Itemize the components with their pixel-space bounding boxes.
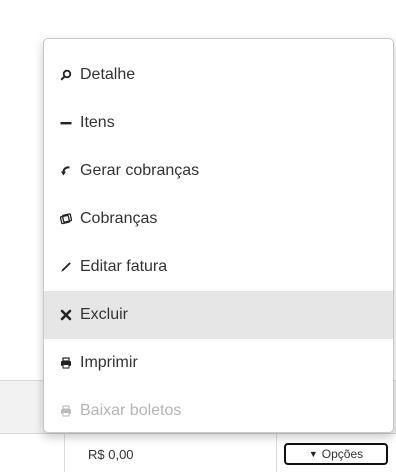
- menu-item-editar-fatura[interactable]: Editar fatura: [44, 243, 393, 291]
- menu-item-baixar-boletos: Baixar boletos: [44, 387, 393, 432]
- close-icon: [60, 308, 72, 322]
- menu-item-label: Baixar boletos: [80, 402, 182, 419]
- options-button[interactable]: ▼ Opções: [284, 443, 388, 465]
- table-column-divider: [64, 432, 65, 472]
- print-icon: [60, 404, 72, 418]
- menu-item-cobrancas[interactable]: Cobranças: [44, 195, 393, 243]
- menu-item-label: Detalhe: [80, 66, 136, 83]
- menu-item-label: Editar fatura: [80, 258, 168, 275]
- search-icon: [60, 68, 72, 82]
- minus-icon: [60, 116, 72, 130]
- tickets-icon: [60, 212, 72, 226]
- menu-item-label: Excluir: [80, 306, 129, 323]
- caret-down-icon: ▼: [308, 449, 318, 459]
- table-cell-price: R$ 0,00: [88, 447, 134, 462]
- menu-item-imprimir[interactable]: Imprimir: [44, 339, 393, 387]
- menu-item-label: Gerar cobranças: [80, 162, 200, 179]
- undo-icon: [60, 164, 72, 178]
- menu-item-label: Cobranças: [80, 210, 158, 227]
- options-button-label: Opções: [321, 447, 364, 461]
- menu-item-gerar-cobrancas[interactable]: Gerar cobranças: [44, 147, 393, 195]
- table-column-divider: [276, 432, 277, 472]
- menu-item-label: Itens: [80, 114, 115, 131]
- menu-item-detalhe[interactable]: Detalhe: [44, 51, 393, 99]
- print-icon: [60, 356, 72, 370]
- menu-item-itens[interactable]: Itens: [44, 99, 393, 147]
- menu-item-excluir[interactable]: Excluir: [44, 291, 393, 339]
- menu-item-label: Imprimir: [80, 354, 138, 371]
- options-dropdown-menu: Detalhe Itens Gerar cobranças Cobranças …: [43, 38, 394, 433]
- pencil-icon: [60, 260, 72, 274]
